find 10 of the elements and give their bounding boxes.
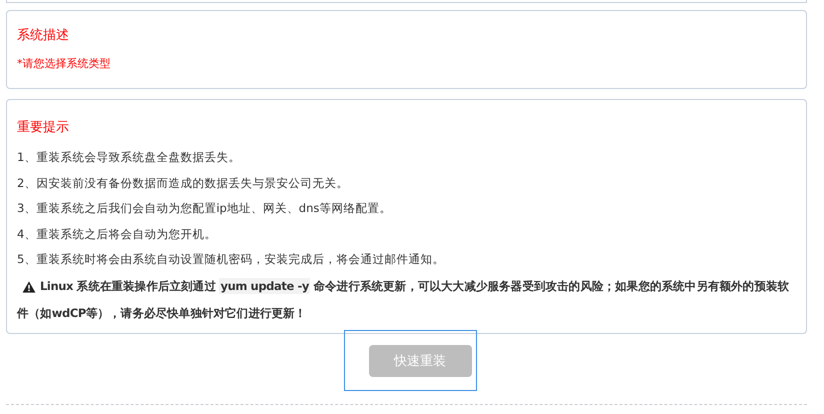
notice-item: 4、重装系统之后将会自动为您开机。 bbox=[17, 226, 216, 242]
warning-icon bbox=[22, 280, 36, 292]
panel-title: 系统描述 bbox=[17, 27, 69, 45]
notice-item: 2、因安装前没有备份数据而造成的数据丢失与景安公司无关。 bbox=[17, 174, 348, 192]
panel-title: 重要提示 bbox=[17, 119, 69, 137]
notice-item: 3、重装系统之后我们会自动为您配置ip地址、网关、dns等网络配置。 bbox=[17, 200, 392, 217]
notice-item: 5、重装系统时将会由系统自动设置随机密码，安装完成后，将会通过邮件通知。 bbox=[17, 251, 444, 268]
notice-item: 1、重装系统会导致系统盘全盘数据丢失。 bbox=[17, 149, 240, 166]
hint-text: *请您选择系统类型 bbox=[17, 56, 110, 72]
warning-text: Linux 系统在重装操作后立刻通过 yum update -y 命令进行系统更新，可以大大减少服务器受到攻击的风险；如果您的系统中另有额外的预装软件（如wdCP等），请务必尽快单独针对它们进行更新！ bbox=[17, 276, 790, 322]
